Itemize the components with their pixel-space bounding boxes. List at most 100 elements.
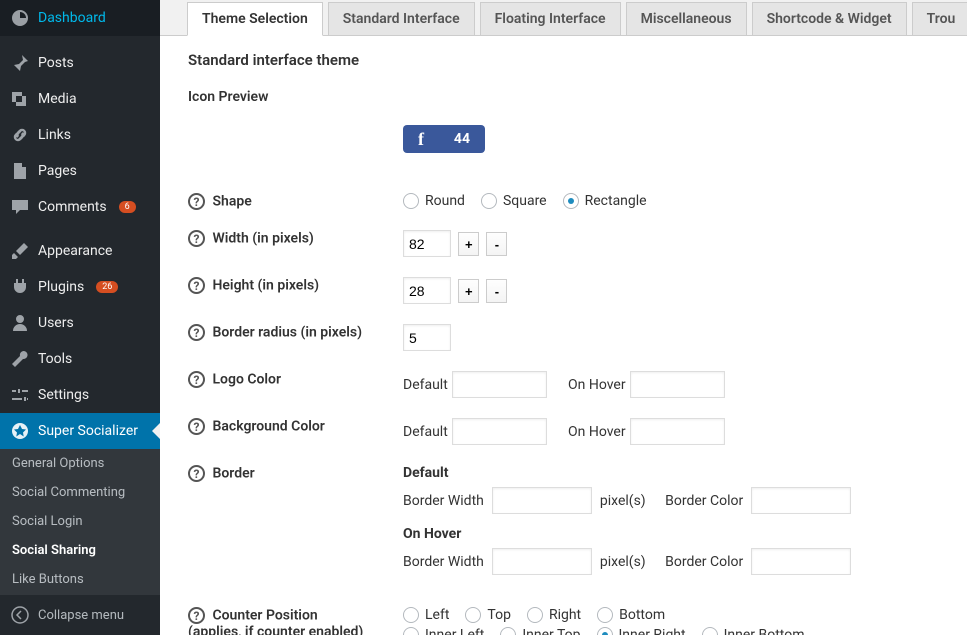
sidebar-item-comments[interactable]: Comments 6: [0, 189, 160, 225]
sidebar-item-tools[interactable]: Tools: [0, 341, 160, 377]
sidebar-subitem-general[interactable]: General Options: [0, 449, 160, 478]
counter-label: Counter Position: [212, 608, 317, 624]
width-label: Width (in pixels): [212, 231, 313, 247]
help-icon[interactable]: ?: [188, 324, 205, 341]
shape-rectangle[interactable]: Rectangle: [563, 193, 647, 209]
logo-hover-label: On Hover: [568, 377, 626, 393]
bg-color-hover-input[interactable]: [630, 418, 725, 445]
border-color-default-input[interactable]: [751, 487, 851, 514]
sidebar-label: Appearance: [38, 243, 112, 259]
help-icon[interactable]: ?: [188, 465, 205, 482]
tabs-nav: Theme Selection Standard Interface Float…: [160, 0, 967, 36]
help-icon[interactable]: ?: [188, 418, 205, 435]
sidebar-item-appearance[interactable]: Appearance: [0, 233, 160, 269]
shape-round-radio[interactable]: [403, 193, 419, 209]
shape-label: Shape: [212, 194, 251, 210]
counter-inner-right[interactable]: Inner Right: [597, 627, 686, 635]
sidebar-subitem-like[interactable]: Like Buttons: [0, 565, 160, 594]
sidebar-label: Links: [38, 127, 71, 143]
counter-inner-right-radio[interactable]: [597, 627, 613, 635]
counter-inner-top[interactable]: Inner Top: [500, 627, 580, 635]
counter-inner-top-radio[interactable]: [500, 627, 516, 635]
counter-right-radio[interactable]: [527, 607, 543, 623]
collapse-icon: [10, 605, 30, 625]
border-radius-input[interactable]: [403, 324, 451, 351]
logo-color-default-input[interactable]: [452, 371, 547, 398]
border-width-label: Border Width: [403, 554, 484, 570]
admin-sidebar: Dashboard Posts Media Links Pages Commen…: [0, 0, 160, 635]
sidebar-label: Tools: [38, 351, 72, 367]
help-icon[interactable]: ?: [188, 230, 205, 247]
bg-default-label: Default: [403, 424, 448, 440]
sidebar-subitem-commenting[interactable]: Social Commenting: [0, 478, 160, 507]
tab-troubleshoot[interactable]: Trou: [912, 2, 967, 35]
sidebar-label: Dashboard: [38, 10, 106, 26]
facebook-icon: f: [418, 129, 424, 150]
sidebar-item-users[interactable]: Users: [0, 305, 160, 341]
border-width-label: Border Width: [403, 493, 484, 509]
sidebar-subitem-login[interactable]: Social Login: [0, 507, 160, 536]
page-icon: [10, 161, 30, 181]
height-plus-button[interactable]: +: [458, 279, 479, 303]
sidebar-item-posts[interactable]: Posts: [0, 45, 160, 81]
help-icon[interactable]: ?: [188, 193, 205, 210]
counter-top[interactable]: Top: [465, 607, 511, 623]
sidebar-subitem-sharing[interactable]: Social Sharing: [0, 536, 160, 565]
border-default-heading: Default: [403, 465, 448, 481]
sidebar-item-links[interactable]: Links: [0, 117, 160, 153]
border-width-default-input[interactable]: [492, 487, 592, 514]
height-minus-button[interactable]: -: [486, 279, 507, 303]
width-input[interactable]: [403, 230, 451, 257]
counter-top-radio[interactable]: [465, 607, 481, 623]
tab-miscellaneous[interactable]: Miscellaneous: [626, 2, 747, 35]
counter-inner-left[interactable]: Inner Left: [403, 627, 484, 635]
help-icon[interactable]: ?: [188, 371, 205, 388]
width-minus-button[interactable]: -: [486, 232, 507, 256]
counter-inner-left-radio[interactable]: [403, 627, 419, 635]
sidebar-item-settings[interactable]: Settings: [0, 377, 160, 413]
counter-left-radio[interactable]: [403, 607, 419, 623]
help-icon[interactable]: ?: [188, 277, 205, 294]
bg-hover-label: On Hover: [568, 424, 626, 440]
counter-bottom-radio[interactable]: [597, 607, 613, 623]
preview-count: 44: [454, 131, 470, 147]
tab-standard-interface[interactable]: Standard Interface: [328, 2, 475, 35]
sidebar-item-super-socializer[interactable]: Super Socializer: [0, 413, 160, 449]
border-width-suffix: pixel(s): [600, 493, 646, 509]
help-icon[interactable]: ?: [188, 607, 205, 624]
logo-color-hover-input[interactable]: [630, 371, 725, 398]
shape-round[interactable]: Round: [403, 193, 465, 209]
counter-right[interactable]: Right: [527, 607, 581, 623]
shape-radio-group: Round Square Rectangle: [403, 193, 939, 209]
sidebar-item-pages[interactable]: Pages: [0, 153, 160, 189]
border-hover-heading: On Hover: [403, 526, 461, 542]
height-input[interactable]: [403, 277, 451, 304]
sidebar-item-media[interactable]: Media: [0, 81, 160, 117]
pin-icon: [10, 53, 30, 73]
border-color-hover-input[interactable]: [751, 548, 851, 575]
counter-inner-bottom[interactable]: Inner Bottom: [702, 627, 805, 635]
shape-rectangle-radio[interactable]: [563, 193, 579, 209]
width-plus-button[interactable]: +: [458, 232, 479, 256]
counter-inner-bottom-radio[interactable]: [702, 627, 718, 635]
counter-left[interactable]: Left: [403, 607, 449, 623]
border-width-hover-input[interactable]: [492, 548, 592, 575]
counter-bottom[interactable]: Bottom: [597, 607, 665, 623]
sidebar-item-plugins[interactable]: Plugins 26: [0, 269, 160, 305]
shape-square-radio[interactable]: [481, 193, 497, 209]
tab-floating-interface[interactable]: Floating Interface: [480, 2, 621, 35]
link-icon: [10, 125, 30, 145]
tab-theme-selection[interactable]: Theme Selection: [187, 2, 323, 36]
collapse-menu[interactable]: Collapse menu: [0, 594, 160, 635]
comments-badge: 6: [119, 201, 136, 213]
border-label: Border: [212, 466, 254, 482]
bg-color-default-input[interactable]: [452, 418, 547, 445]
shape-square[interactable]: Square: [481, 193, 547, 209]
sidebar-item-dashboard[interactable]: Dashboard: [0, 0, 160, 36]
icon-preview-facebook: f 44: [403, 125, 485, 153]
brush-icon: [10, 241, 30, 261]
border-radius-label: Border radius (in pixels): [212, 325, 362, 341]
tab-shortcode-widget[interactable]: Shortcode & Widget: [752, 2, 907, 35]
collapse-label: Collapse menu: [38, 608, 124, 623]
sidebar-label: Settings: [38, 387, 89, 403]
